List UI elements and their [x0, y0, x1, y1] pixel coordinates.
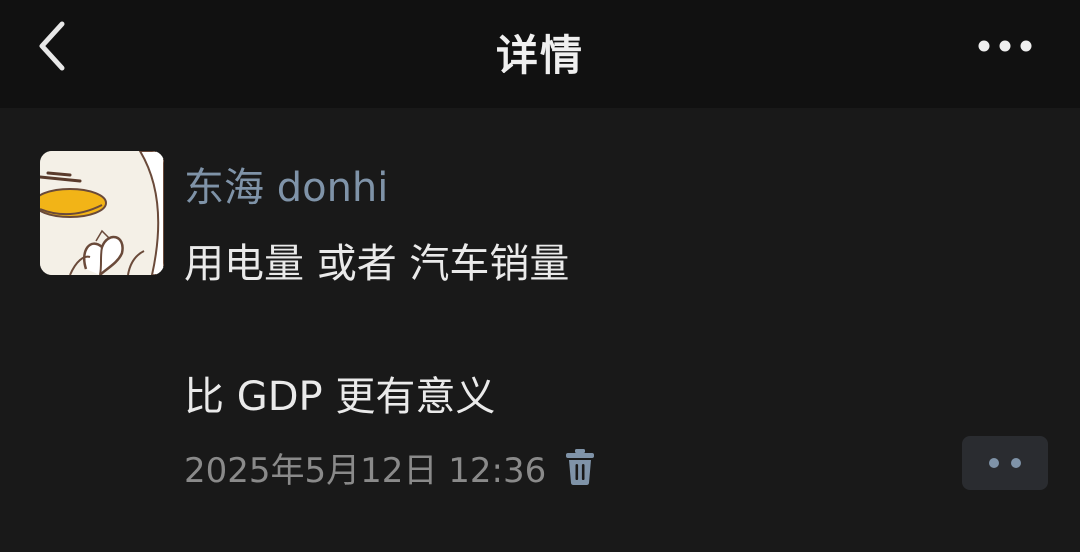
post-meta: 2025年5月12日 12:36 — [184, 444, 596, 491]
delete-button[interactable] — [564, 447, 596, 487]
post-detail: 东海 donhi 用电量 或者 汽车销量 比 GDP 更有意义 2025年5月1… — [0, 108, 1080, 552]
page-title: 详情 — [495, 31, 584, 80]
avatar[interactable] — [40, 151, 164, 275]
duck-heart-avatar-icon — [40, 151, 164, 275]
more-dots-icon — [1011, 458, 1021, 468]
post-text-line: 比 GDP 更有意义 — [184, 374, 496, 420]
comment-like-action-button[interactable] — [962, 436, 1048, 490]
more-horizontal-icon — [978, 40, 1032, 52]
post-timestamp: 2025年5月12日 12:36 — [184, 450, 547, 491]
post-text-line: 用电量 或者 汽车销量 — [184, 241, 570, 287]
more-dots-icon — [989, 458, 999, 468]
top-nav-bar: 详情 — [0, 0, 1080, 108]
more-options-button[interactable] — [970, 26, 1040, 66]
trash-icon — [566, 449, 595, 485]
username-link[interactable]: 东海 donhi — [184, 155, 388, 213]
